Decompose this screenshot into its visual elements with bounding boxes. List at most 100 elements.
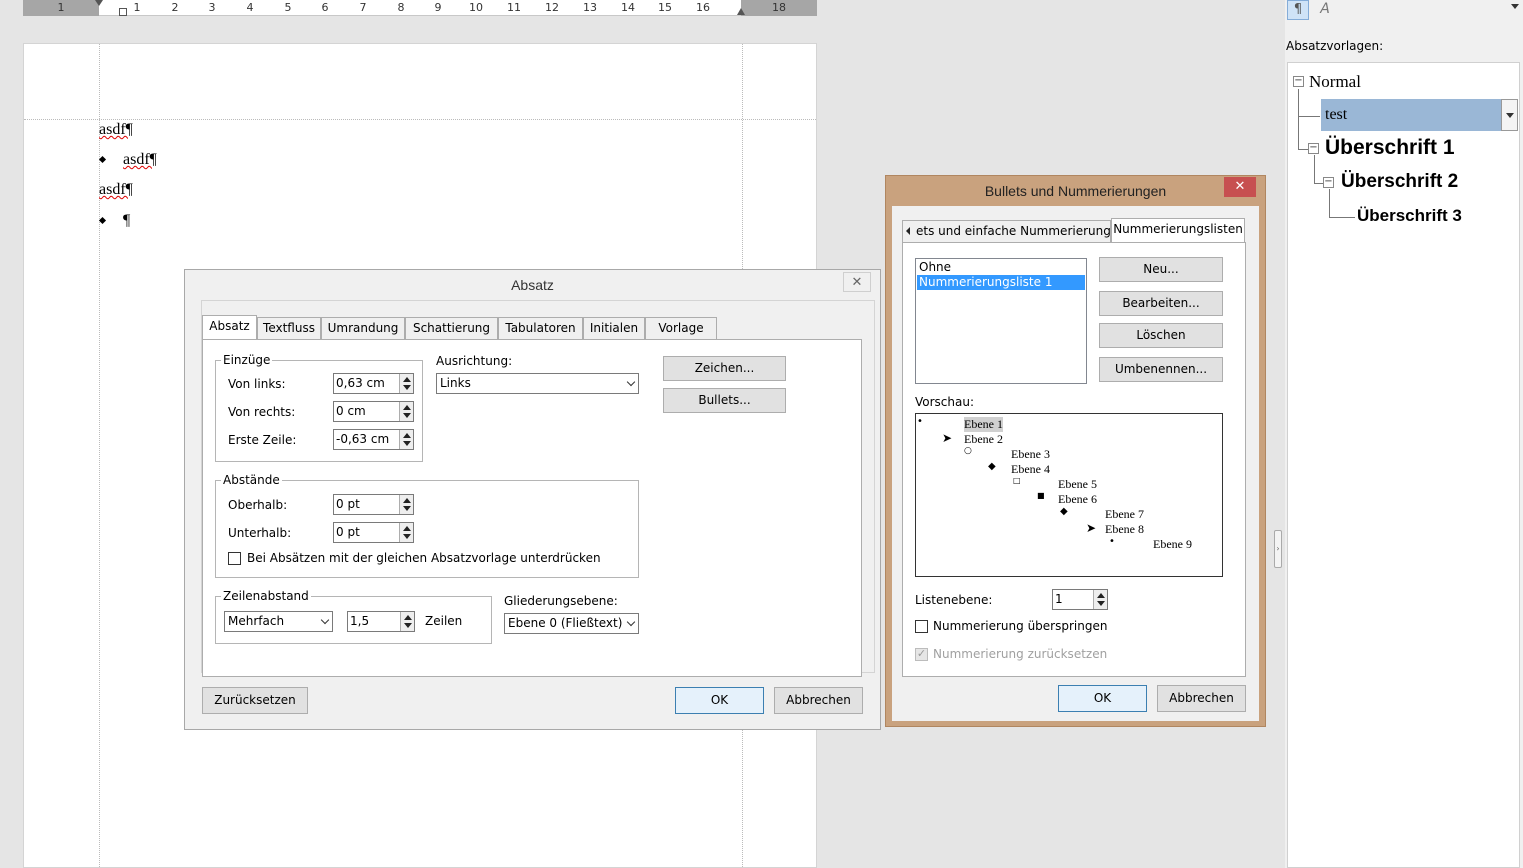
ruler-number: 11 bbox=[507, 1, 521, 14]
above-spinner[interactable]: 0 pt bbox=[333, 494, 414, 515]
chevron-left-icon[interactable] bbox=[906, 227, 910, 235]
spacing-group: Abstände Oberhalb: 0 pt Unterhalb: 0 pt … bbox=[215, 473, 639, 578]
tab-bullets-simple[interactable]: ets und einfache Nummerierungen bbox=[902, 220, 1111, 242]
tab-initialen[interactable]: Initialen bbox=[583, 317, 645, 339]
list-item[interactable]: Ohne bbox=[917, 260, 1085, 275]
style-item-heading-1[interactable]: Überschrift 1 bbox=[1325, 136, 1455, 160]
above-label: Oberhalb: bbox=[228, 498, 288, 512]
bullet-icon: • bbox=[1109, 536, 1115, 547]
tree-line bbox=[1329, 217, 1355, 218]
delete-button[interactable]: Löschen bbox=[1099, 323, 1223, 348]
collapse-icon[interactable]: − bbox=[1323, 177, 1334, 188]
rename-button[interactable]: Umbenennen... bbox=[1099, 357, 1223, 382]
paragraph-styles-icon[interactable]: ¶ bbox=[1287, 0, 1309, 20]
preview-level: Ebene 5 bbox=[1058, 477, 1097, 491]
left-indent-spinner[interactable]: 0,63 cm bbox=[333, 373, 414, 394]
ruler-number: 16 bbox=[696, 1, 710, 14]
tab-vorlage[interactable]: Vorlage bbox=[645, 317, 717, 339]
skip-numbering-checkbox[interactable] bbox=[915, 620, 928, 633]
tab-nummerierungslisten[interactable]: Nummerierungslisten bbox=[1111, 218, 1245, 242]
tab-tabulatoren[interactable]: Tabulatoren bbox=[498, 317, 583, 339]
chevron-down-icon bbox=[320, 615, 330, 625]
tree-line bbox=[1298, 116, 1320, 117]
tab-absatz[interactable]: Absatz bbox=[202, 315, 257, 339]
reset-button[interactable]: Zurücksetzen bbox=[202, 687, 308, 714]
line-spacing-spinner[interactable]: 1,5 bbox=[347, 611, 415, 632]
bullets-button[interactable]: Bullets... bbox=[663, 388, 786, 413]
sidebar-splitter[interactable]: › bbox=[1271, 0, 1285, 868]
sidebar-menu-arrow-icon[interactable] bbox=[1511, 4, 1519, 9]
style-item-dropdown-button[interactable] bbox=[1501, 99, 1518, 131]
style-item-normal[interactable]: Normal bbox=[1309, 72, 1361, 92]
style-item-heading-3[interactable]: Überschrift 3 bbox=[1357, 206, 1462, 226]
chevron-down-icon bbox=[626, 617, 636, 627]
styles-tree[interactable]: − Normal test − Überschrift 1 − Überschr… bbox=[1287, 62, 1520, 868]
doc-paragraph[interactable]: ¶ bbox=[123, 212, 130, 230]
left-margin-guide bbox=[99, 44, 100, 867]
diamond-bullet-icon: ◆ bbox=[1060, 506, 1068, 517]
collapse-handle[interactable]: › bbox=[1274, 530, 1282, 568]
suppress-spacing-label: Bei Absätzen mit der gleichen Absatzvorl… bbox=[247, 551, 601, 565]
spacing-label: Abstände bbox=[221, 473, 282, 487]
close-icon[interactable]: ✕ bbox=[843, 272, 871, 292]
ruler-number: 6 bbox=[321, 1, 329, 14]
restart-numbering-checkbox[interactable]: ✓ bbox=[915, 648, 928, 661]
new-button[interactable]: Neu... bbox=[1099, 257, 1223, 282]
restart-numbering-label: Nummerierung zurücksetzen bbox=[933, 647, 1108, 661]
line-spacing-mode-select[interactable]: Mehrfach bbox=[224, 611, 333, 632]
tab-textfluss[interactable]: Textfluss bbox=[257, 317, 321, 339]
bullet-icon bbox=[98, 216, 107, 225]
style-item-heading-2[interactable]: Überschrift 2 bbox=[1341, 171, 1458, 193]
doc-paragraph[interactable]: asdf¶ bbox=[99, 181, 133, 199]
left-indent-marker[interactable] bbox=[119, 8, 127, 16]
close-icon[interactable]: ✕ bbox=[1224, 177, 1256, 197]
tree-line bbox=[1298, 89, 1299, 149]
outline-level-label: Gliederungsebene: bbox=[504, 594, 618, 608]
tab-schattierung[interactable]: Schattierung bbox=[405, 317, 498, 339]
left-indent-label: Von links: bbox=[228, 377, 286, 391]
ruler-number: 14 bbox=[621, 1, 635, 14]
zeichen-button[interactable]: Zeichen... bbox=[663, 356, 786, 381]
style-item-test-label: test bbox=[1325, 106, 1348, 123]
ok-button[interactable]: OK bbox=[1058, 685, 1147, 712]
right-indent-spinner[interactable]: 0 cm bbox=[333, 401, 414, 422]
bullets-dialog-body: ets und einfache Nummerierungen Nummerie… bbox=[892, 206, 1259, 721]
outline-level-select[interactable]: Ebene 0 (Fließtext) bbox=[504, 613, 639, 634]
first-line-spinner[interactable]: -0,63 cm bbox=[333, 429, 414, 450]
list-level-label: Listenebene: bbox=[915, 593, 993, 607]
edit-button[interactable]: Bearbeiten... bbox=[1099, 291, 1223, 316]
absatz-dialog: Absatz ✕ Absatz Textfluss Umrandung Scha… bbox=[184, 269, 881, 730]
preview-level: Ebene 8 bbox=[1105, 522, 1144, 536]
alignment-select[interactable]: Links bbox=[436, 373, 639, 394]
suppress-spacing-checkbox[interactable] bbox=[228, 552, 241, 565]
ok-button[interactable]: OK bbox=[675, 687, 764, 714]
right-indent-marker[interactable] bbox=[737, 8, 745, 15]
tab-strip: ets und einfache Nummerierungen Nummerie… bbox=[902, 218, 1249, 242]
dialog-title: Bullets und Nummerierungen bbox=[984, 183, 1167, 199]
header-guide bbox=[24, 119, 816, 120]
ruler-number: 1 bbox=[57, 1, 65, 14]
cancel-button[interactable]: Abbrechen bbox=[1157, 685, 1246, 712]
below-spinner[interactable]: 0 pt bbox=[333, 522, 414, 543]
doc-paragraph[interactable]: asdf¶ bbox=[99, 121, 133, 139]
tree-line bbox=[1314, 155, 1315, 183]
list-item[interactable]: Nummerierungsliste 1 bbox=[917, 275, 1085, 290]
indents-group: Einzüge Von links: 0,63 cm Von rechts: 0… bbox=[215, 353, 423, 462]
tab-panel-lists: Ohne Nummerierungsliste 1 Neu... Bearbei… bbox=[902, 242, 1246, 677]
preview-level: Ebene 7 bbox=[1105, 507, 1144, 521]
chevron-down-icon bbox=[1506, 113, 1514, 118]
tab-panel-absatz: Einzüge Von links: 0,63 cm Von rechts: 0… bbox=[202, 339, 862, 677]
circle-bullet-icon: ○ bbox=[964, 446, 972, 456]
numbering-list[interactable]: Ohne Nummerierungsliste 1 bbox=[915, 258, 1087, 384]
list-level-spinner[interactable]: 1 bbox=[1052, 589, 1108, 610]
collapse-icon[interactable]: − bbox=[1293, 76, 1304, 87]
collapse-icon[interactable]: − bbox=[1308, 143, 1319, 154]
style-item-test[interactable]: test bbox=[1321, 99, 1501, 131]
character-styles-icon[interactable]: A bbox=[1315, 0, 1335, 20]
doc-paragraph[interactable]: asdf¶ bbox=[123, 151, 157, 169]
cancel-button[interactable]: Abbrechen bbox=[774, 687, 863, 714]
skip-numbering-label: Nummerierung überspringen bbox=[933, 619, 1108, 633]
first-line-indent-marker[interactable] bbox=[95, 0, 103, 6]
horizontal-ruler[interactable]: 1 1 2 3 4 5 6 7 8 9 10 11 12 13 14 15 16… bbox=[23, 0, 817, 16]
tab-umrandung[interactable]: Umrandung bbox=[321, 317, 405, 339]
